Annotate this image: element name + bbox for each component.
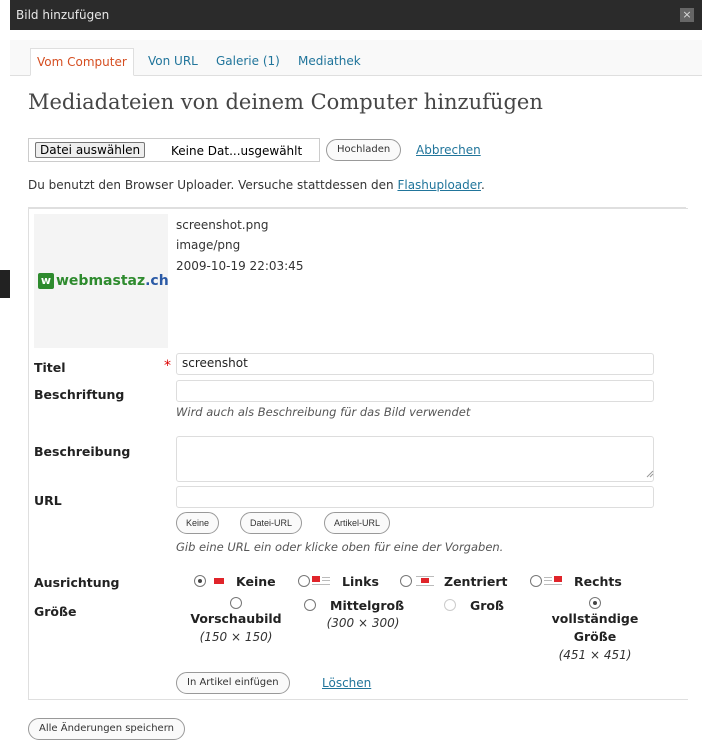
tab-vom-computer[interactable]: Vom Computer [30, 48, 134, 76]
title-input[interactable]: screenshot [176, 353, 654, 375]
align-center-icon [416, 576, 434, 586]
panel-divider [28, 207, 686, 208]
align-none-radio[interactable] [194, 575, 206, 587]
file-date: 2009-10-19 22:03:45 [176, 259, 304, 273]
align-left-label: Links [342, 574, 379, 589]
url-none-button[interactable]: Keine [176, 512, 220, 534]
choose-file-button[interactable]: Datei auswählen [35, 142, 146, 158]
page-title: Mediadateien von deinem Computer hinzufü… [28, 90, 543, 114]
align-left-radio[interactable] [298, 575, 310, 587]
upload-button[interactable]: Hochladen [326, 139, 402, 161]
size-thumbnail-dim: (150 × 150) [199, 630, 273, 644]
left-edge [0, 0, 10, 740]
required-marker: * [164, 358, 171, 374]
description-label: Beschreibung [34, 444, 131, 459]
save-all-button[interactable]: Alle Änderungen speichern [28, 718, 185, 740]
logo-text-b: .ch [145, 273, 169, 289]
background-strip [0, 270, 10, 298]
size-full-radio[interactable] [589, 597, 601, 609]
size-full-dim: (451 × 451) [558, 648, 632, 662]
tab-von-url[interactable]: Von URL [142, 48, 204, 76]
size-medium-dim: (300 × 300) [326, 616, 400, 630]
align-right-radio[interactable] [530, 575, 542, 587]
align-left-icon [312, 576, 330, 586]
delete-link[interactable]: Löschen [322, 676, 371, 690]
size-medium-option: (300 × 300) [308, 614, 418, 632]
size-full-option[interactable]: vollständige Größe (451 × 451) [540, 596, 650, 664]
tab-galerie[interactable]: Galerie (1) [210, 48, 286, 76]
align-right-icon [544, 576, 562, 586]
image-thumbnail: w webmastaz .ch [34, 214, 169, 348]
file-status: Keine Dat...usgewählt [171, 144, 303, 158]
insert-into-post-button[interactable]: In Artikel einfügen [176, 672, 290, 694]
uploader-note-suffix: . [480, 178, 485, 192]
alignment-label: Ausrichtung [34, 575, 120, 590]
url-label: URL [34, 493, 62, 508]
title-label: Titel [34, 360, 66, 375]
size-thumbnail-radio[interactable] [230, 597, 242, 609]
url-hint: Gib eine URL ein oder klicke oben für ei… [176, 540, 504, 554]
close-icon[interactable]: × [680, 8, 694, 22]
align-center-radio[interactable] [400, 575, 412, 587]
url-file-button[interactable]: Datei-URL [240, 512, 303, 534]
cancel-link[interactable]: Abbrechen [416, 143, 481, 157]
caption-hint: Wird auch als Beschreibung für das Bild … [176, 405, 471, 419]
align-right-label: Rechts [574, 574, 622, 589]
size-full-name: vollständige Größe [551, 611, 639, 644]
file-input[interactable]: Datei auswählen Keine Dat...usgewählt [28, 138, 320, 162]
tab-bar: Vom Computer Von URL Galerie (1) Mediath… [10, 40, 702, 76]
window-titlebar: Bild hinzufügen × [10, 0, 702, 30]
uploader-note-text: Du benutzt den Browser Uploader. Versuch… [28, 178, 398, 192]
size-medium-radio[interactable] [304, 599, 316, 611]
thumbnail-logo: w webmastaz .ch [38, 272, 169, 290]
caption-label: Beschriftung [34, 387, 125, 402]
file-name: screenshot.png [176, 218, 269, 232]
align-center-label: Zentriert [444, 574, 508, 589]
resize-handle-icon[interactable] [646, 470, 654, 478]
size-large-name: Groß [470, 598, 505, 613]
align-none-label: Keine [236, 574, 276, 589]
size-medium-name: Mittelgroß [330, 598, 405, 613]
tab-mediathek[interactable]: Mediathek [292, 48, 367, 76]
size-thumbnail-option[interactable]: Vorschaubild (150 × 150) [186, 596, 286, 646]
logo-mark: w [38, 273, 54, 289]
size-label: Größe [34, 604, 77, 619]
url-post-button[interactable]: Artikel-URL [324, 512, 391, 534]
size-thumbnail-name: Vorschaubild [190, 611, 282, 626]
url-input[interactable] [176, 486, 654, 508]
window-title: Bild hinzufügen [16, 8, 110, 22]
logo-text-a: webmastaz [56, 273, 146, 289]
flashuploader-link[interactable]: Flashuploader [397, 178, 481, 192]
align-none-icon [212, 576, 230, 586]
caption-input[interactable] [176, 380, 654, 402]
file-type: image/png [176, 238, 241, 252]
size-large-radio [444, 599, 456, 611]
uploader-note: Du benutzt den Browser Uploader. Versuch… [28, 178, 485, 192]
description-textarea[interactable] [176, 436, 654, 482]
